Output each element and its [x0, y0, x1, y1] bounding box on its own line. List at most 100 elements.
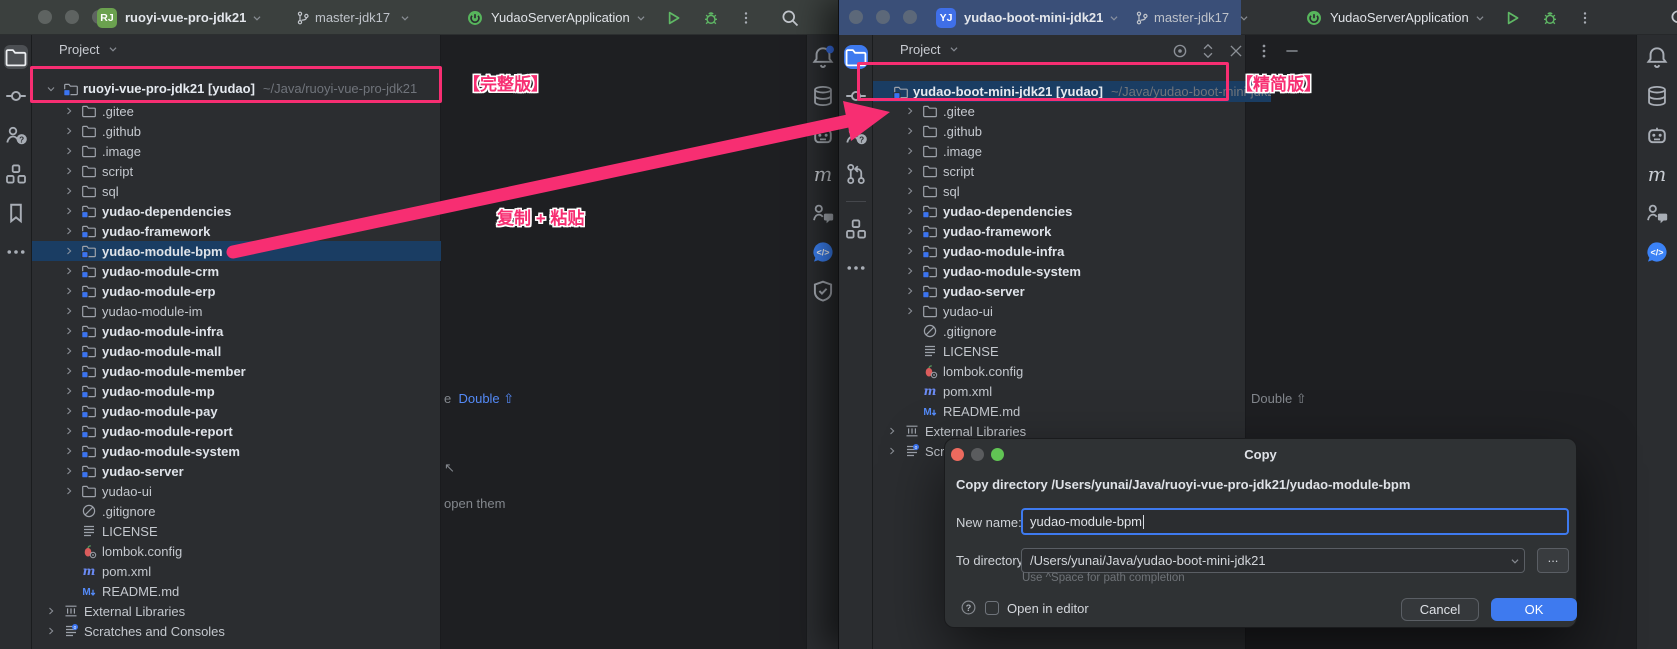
expand-collapse-icon[interactable]: [1199, 42, 1217, 60]
traffic-lights[interactable]: [849, 10, 917, 24]
ai-assistant-button[interactable]: [811, 123, 835, 147]
tree-item[interactable]: script: [873, 161, 1246, 181]
tree-item[interactable]: .image: [873, 141, 1246, 161]
bookmarks-button[interactable]: [4, 201, 28, 225]
browse-button[interactable]: ...: [1537, 548, 1569, 573]
pull-requests-button[interactable]: ?: [844, 123, 868, 147]
tree-item[interactable]: LICENSE: [873, 341, 1246, 361]
tree-item[interactable]: yudao-ui: [873, 301, 1246, 321]
tree-item[interactable]: .gitignore: [873, 321, 1246, 341]
more-actions-icon[interactable]: [738, 10, 754, 26]
tree-item[interactable]: .github: [873, 121, 1246, 141]
branch-widget[interactable]: master-jdk17: [295, 0, 412, 35]
panel-header[interactable]: Project: [32, 35, 440, 63]
tree-item[interactable]: yudao-dependencies: [32, 201, 441, 221]
tree-item[interactable]: .gitee: [32, 101, 441, 121]
panel-options-icon[interactable]: [1255, 42, 1273, 60]
traffic-lights[interactable]: [38, 10, 106, 24]
tree-item[interactable]: .gitignore: [32, 501, 441, 521]
new-name-input[interactable]: yudao-module-bpm: [1021, 508, 1569, 535]
zoom-icon[interactable]: [903, 10, 917, 24]
tree-item[interactable]: yudao-module-infra: [32, 321, 441, 341]
collapse-all-icon[interactable]: [1227, 42, 1245, 60]
more-actions-icon[interactable]: [1577, 10, 1593, 26]
structure-button[interactable]: [4, 162, 28, 186]
git-button[interactable]: [844, 162, 868, 186]
more-tools-button[interactable]: [4, 240, 28, 264]
debug-button[interactable]: [1541, 9, 1559, 27]
tree-item[interactable]: yudao-framework: [873, 221, 1246, 241]
commit-button[interactable]: [844, 84, 868, 108]
tree-item[interactable]: yudao-module-system: [32, 441, 441, 461]
database-button[interactable]: [811, 84, 835, 108]
database-button[interactable]: [1645, 84, 1669, 108]
project-widget[interactable]: RJ ruoyi-vue-pro-jdk21: [97, 0, 264, 35]
tree-item[interactable]: yudao-ui: [32, 481, 441, 501]
hide-panel-icon[interactable]: [1283, 42, 1301, 60]
project-root-item[interactable]: yudao-boot-mini-jdk21 [yudao] ~/Java/yud…: [873, 81, 1271, 102]
minimize-icon[interactable]: [876, 10, 890, 24]
tree-item[interactable]: .gitee: [873, 101, 1246, 121]
project-button[interactable]: [4, 45, 28, 69]
tree-item[interactable]: yudao-module-report: [32, 421, 441, 441]
tree-item[interactable]: yudao-module-system: [873, 261, 1246, 281]
debug-button[interactable]: [702, 9, 720, 27]
search-everywhere-icon[interactable]: [1669, 8, 1677, 28]
tree-item[interactable]: yudao-server: [873, 281, 1246, 301]
dependency-checker-button[interactable]: [811, 279, 835, 303]
project-button[interactable]: [844, 45, 868, 69]
minimize-icon[interactable]: [65, 10, 79, 24]
notifications-button[interactable]: [811, 45, 835, 69]
more-tools-button[interactable]: [844, 256, 868, 280]
divider[interactable]: [846, 201, 866, 202]
tree-item[interactable]: External Libraries: [32, 601, 441, 621]
tree-item[interactable]: LICENSE: [32, 521, 441, 541]
run-config-name[interactable]: YudaoServerApplication: [491, 10, 630, 25]
ok-button[interactable]: OK: [1491, 598, 1577, 621]
project-root-item[interactable]: ruoyi-vue-pro-jdk21 [yudao] ~/Java/ruoyi…: [32, 78, 441, 99]
ai-assistant-button[interactable]: [1645, 123, 1669, 147]
branch-widget[interactable]: master-jdk17: [1134, 0, 1251, 35]
search-everywhere-icon[interactable]: [780, 8, 800, 28]
tree-item[interactable]: yudao-module-erp: [32, 281, 441, 301]
code-with-me-button[interactable]: [811, 201, 835, 225]
tree-item[interactable]: m pom.xml: [32, 561, 441, 581]
tree-item[interactable]: yudao-module-mall: [32, 341, 441, 361]
pull-requests-button[interactable]: ?: [4, 123, 28, 147]
ai-chat-plugin-button[interactable]: </>: [811, 240, 835, 264]
tree-item[interactable]: yudao-module-im: [32, 301, 441, 321]
combo-chevron[interactable]: [1502, 549, 1524, 572]
tree-item[interactable]: yudao-framework: [32, 221, 441, 241]
tree-item[interactable]: yudao-module-member: [32, 361, 441, 381]
tree-item[interactable]: yudao-dependencies: [873, 201, 1246, 221]
tree-item[interactable]: yudao-module-pay: [32, 401, 441, 421]
tree-item[interactable]: m pom.xml: [873, 381, 1246, 401]
tree-item[interactable]: yudao-module-mp: [32, 381, 441, 401]
notifications-button[interactable]: [1645, 45, 1669, 69]
tree-item[interactable]: script: [32, 161, 441, 181]
code-with-me-button[interactable]: [1645, 201, 1669, 225]
tree-item[interactable]: lombok.config: [32, 541, 441, 561]
cancel-button[interactable]: Cancel: [1401, 598, 1479, 621]
tree-item[interactable]: sql: [873, 181, 1246, 201]
maven-button[interactable]: m: [811, 162, 835, 186]
commit-button[interactable]: [4, 84, 28, 108]
structure-button[interactable]: [844, 217, 868, 241]
tree-item[interactable]: yudao-server: [32, 461, 441, 481]
locate-file-icon[interactable]: [1171, 42, 1189, 60]
tree-item[interactable]: sql: [32, 181, 441, 201]
help-icon[interactable]: ?: [960, 599, 977, 616]
tree-item[interactable]: M README.md: [32, 581, 441, 601]
run-button[interactable]: [1503, 9, 1521, 27]
tree-item[interactable]: M README.md: [873, 401, 1246, 421]
tree-item[interactable]: yudao-module-crm: [32, 261, 441, 281]
tree-item[interactable]: lombok.config: [873, 361, 1246, 381]
tree-item[interactable]: .github: [32, 121, 441, 141]
run-button[interactable]: [664, 9, 682, 27]
tree-item[interactable]: .image: [32, 141, 441, 161]
tree-item[interactable]: 0 Scratches and Consoles: [32, 621, 441, 641]
maven-button[interactable]: m: [1645, 162, 1669, 186]
open-in-editor-checkbox[interactable]: [985, 601, 999, 615]
ai-chat-plugin-button[interactable]: </>: [1645, 240, 1669, 264]
run-config-name[interactable]: YudaoServerApplication: [1330, 10, 1469, 25]
